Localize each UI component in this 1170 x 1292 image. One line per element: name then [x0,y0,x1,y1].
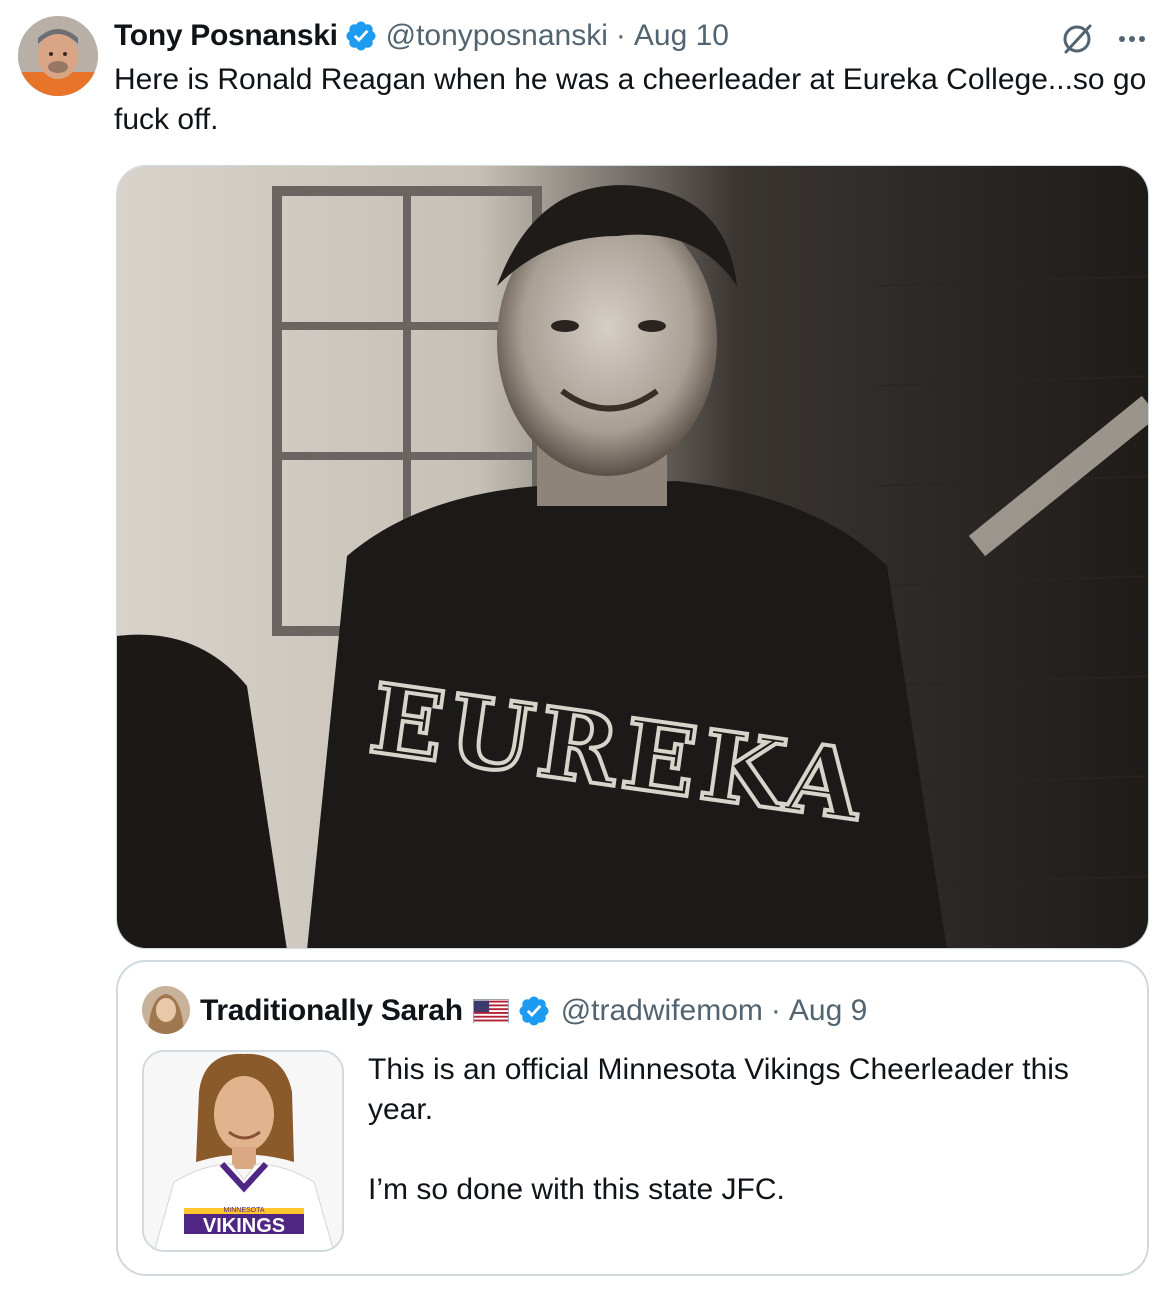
quote-text: This is an official Minnesota Vikings Ch… [368,1050,1128,1210]
quote-thumbnail-photo: MINNESOTA VIKINGS [144,1052,342,1250]
tweet-photo[interactable]: EUREKA [116,165,1149,949]
quote-thumbnail[interactable]: MINNESOTA VIKINGS [142,1050,344,1252]
quote-author-name[interactable]: Traditionally Sarah [200,994,463,1028]
more-dot [1119,36,1125,42]
author-name[interactable]: Tony Posnanski [114,19,338,53]
author-handle[interactable]: @tonyposnanski [386,19,608,53]
quoted-tweet[interactable]: Traditionally Sarah @tradwifemom · Aug 9… [116,960,1149,1276]
tweet-text: Here is Ronald Reagan when he was a chee… [114,63,1147,136]
photo-reagan-cheerleader: EUREKA [117,166,1148,948]
more-icon[interactable] [1112,22,1152,56]
grok-icon[interactable] [1058,20,1096,58]
separator: · [615,19,626,52]
tweet-date[interactable]: Aug 10 [634,19,729,53]
tweet: Tony Posnanski @tonyposnanski · Aug 10 H… [0,0,1170,1292]
quote-header: Traditionally Sarah @tradwifemom · Aug 9 [200,990,867,1032]
separator: · [770,994,781,1027]
tweet-header: Tony Posnanski @tonyposnanski · Aug 10 [114,16,729,56]
verified-badge-icon [517,994,551,1028]
quote-avatar[interactable] [142,986,190,1034]
more-dot [1139,36,1145,42]
avatar[interactable] [18,16,98,96]
avatar-photo [18,16,98,96]
quote-avatar-photo [142,986,190,1034]
us-flag-icon [472,999,509,1024]
quote-text-line: I’m so done with this state JFC. [368,1173,785,1206]
quote-date[interactable]: Aug 9 [789,994,867,1028]
quote-text-line: This is an official Minnesota Vikings Ch… [368,1053,1069,1126]
verified-badge-icon [344,19,378,53]
quote-author-handle[interactable]: @tradwifemom [561,994,763,1028]
more-dot [1129,36,1135,42]
thumbnail-jersey-small-text: MINNESOTA [223,1207,264,1214]
thumbnail-jersey-text: VIKINGS [203,1215,285,1237]
